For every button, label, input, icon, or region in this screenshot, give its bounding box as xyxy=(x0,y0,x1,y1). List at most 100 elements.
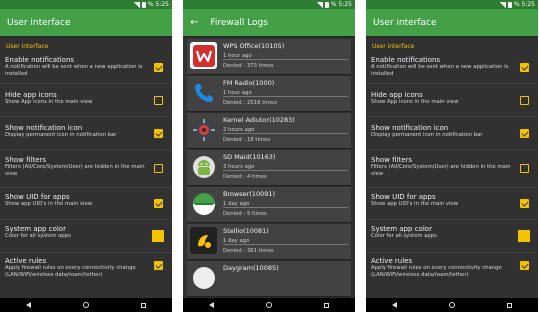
pref-summary: A notification will be sent when a new a… xyxy=(371,64,509,77)
pref-system-app-color[interactable]: System app color Color for all system ap… xyxy=(0,220,172,253)
log-entry[interactable]: WPS Office(10105) 1 hour ago Denied : 37… xyxy=(187,39,351,74)
show-notification-icon-checkbox[interactable] xyxy=(520,128,529,138)
pref-title: Show UID for apps xyxy=(5,193,70,201)
nav-bar xyxy=(366,298,538,312)
recents-nav-icon[interactable] xyxy=(507,302,512,308)
show-filters-checkbox[interactable] xyxy=(154,164,163,173)
screenshots-strip: % 5:25 User interface User interface Ena… xyxy=(0,0,539,312)
wps-office-icon xyxy=(190,42,217,69)
status-text: % 5:25 xyxy=(147,1,169,8)
settings-screen-right: % 5:25 User interface User interface Ena… xyxy=(366,0,538,312)
sd-maid-icon xyxy=(190,153,217,180)
section-header: User interface xyxy=(6,43,49,50)
signal-icon xyxy=(499,1,506,8)
log-entry[interactable]: FM Radio(1000) 1 hour ago Denied : 2518 … xyxy=(187,76,351,111)
divider xyxy=(223,244,348,245)
recents-nav-icon[interactable] xyxy=(141,302,146,308)
app-bar-title: User interface xyxy=(373,17,437,28)
pref-title: Show notification icon xyxy=(371,124,449,132)
back-nav-icon[interactable] xyxy=(26,302,31,308)
home-nav-icon[interactable] xyxy=(449,302,455,308)
section-header: User interface xyxy=(372,43,415,50)
show-uid-checkbox[interactable] xyxy=(154,199,163,208)
log-app-name: Daygram(10085) xyxy=(223,264,279,272)
pref-hide-app-icons[interactable]: Hide app icons Show App icons in the mai… xyxy=(0,84,172,117)
pref-enable-notifications[interactable]: Enable notifications A notification will… xyxy=(366,52,538,84)
log-denied: Denied : 361 times xyxy=(223,247,274,254)
back-arrow-icon[interactable]: ← xyxy=(190,17,198,28)
active-rules-checkbox[interactable] xyxy=(520,260,529,270)
daygram-icon xyxy=(190,264,217,291)
pref-title: Enable notifications xyxy=(5,56,75,64)
active-rules-checkbox[interactable] xyxy=(154,260,163,270)
pref-hide-app-icons[interactable]: Hide app icons Show App icons in the mai… xyxy=(366,84,538,117)
nav-bar xyxy=(183,298,355,312)
log-app-name: Kernel Adiutor(10283) xyxy=(223,116,295,124)
pref-summary: Display permanent icon in notification b… xyxy=(371,132,483,138)
app-bar: ← Firewall Logs xyxy=(183,9,355,36)
home-nav-icon[interactable] xyxy=(266,302,272,308)
app-bar-title: Firewall Logs xyxy=(210,17,268,28)
pref-system-app-color[interactable]: System app color Color for all system ap… xyxy=(366,220,538,253)
log-entry[interactable]: Browser(10091) 1 day ago Denied : 5 time… xyxy=(187,187,351,222)
pref-summary: Apply firewall rules on every connectivi… xyxy=(371,265,502,278)
pref-active-rules[interactable]: Active rules Apply firewall rules on eve… xyxy=(0,253,172,293)
log-entry[interactable]: Kernel Adiutor(10283) 2 hours ago Denied… xyxy=(187,113,351,148)
pref-title: Active rules xyxy=(5,257,47,265)
log-entry[interactable]: Daygram(10085) xyxy=(187,261,351,296)
pref-summary: Show app UID's in the main view xyxy=(371,201,459,207)
divider xyxy=(223,207,348,208)
log-app-name: WPS Office(10105) xyxy=(223,42,285,50)
enable-notifications-checkbox[interactable] xyxy=(154,63,163,72)
pref-show-uid[interactable]: Show UID for apps Show app UID's in the … xyxy=(0,188,172,220)
pref-show-notification-icon[interactable]: Show notification icon Display permanent… xyxy=(0,117,172,150)
log-denied: Denied : 18 times xyxy=(223,136,271,143)
log-list: WPS Office(10105) 1 hour ago Denied : 37… xyxy=(183,36,355,296)
browser-icon xyxy=(190,190,217,217)
log-entry[interactable]: Stellio(10081) 1 day ago Denied : 361 ti… xyxy=(187,224,351,259)
system-app-color-swatch[interactable] xyxy=(152,230,164,242)
log-app-name: Browser(10091) xyxy=(223,190,276,198)
log-app-name: Stellio(10081) xyxy=(223,227,269,235)
pref-show-filters[interactable]: Show filters Filters (All/Core/System/Us… xyxy=(366,150,538,188)
back-nav-icon[interactable] xyxy=(209,302,214,308)
pref-show-notification-icon[interactable]: Show notification icon Display permanent… xyxy=(366,117,538,150)
pref-summary: Show App icons in the main view xyxy=(371,99,459,105)
signal-icon xyxy=(133,1,140,8)
status-bar: % 5:25 xyxy=(183,0,355,9)
back-nav-icon[interactable] xyxy=(392,302,397,308)
pref-summary: Display permanent icon in notification b… xyxy=(5,132,117,138)
enable-notifications-checkbox[interactable] xyxy=(520,63,529,72)
pref-summary: Filters (All/Core/System/User) are hidde… xyxy=(5,164,145,177)
divider xyxy=(223,96,348,97)
home-nav-icon[interactable] xyxy=(83,302,89,308)
log-denied: Denied : 373 times xyxy=(223,62,274,69)
hide-app-icons-checkbox[interactable] xyxy=(520,95,529,105)
log-denied: Denied : 5 times xyxy=(223,210,267,217)
pref-summary: A notification will be sent when a new a… xyxy=(5,64,143,77)
pref-title: Hide app icons xyxy=(5,91,57,99)
nav-bar xyxy=(0,298,172,312)
log-entry[interactable]: SD Maid(10163) 3 hours ago Denied : 4 ti… xyxy=(187,150,351,185)
pref-summary: Show App icons in the main view xyxy=(5,99,93,105)
log-app-name: FM Radio(1000) xyxy=(223,79,275,87)
system-app-color-swatch[interactable] xyxy=(518,230,530,242)
pref-show-uid[interactable]: Show UID for apps Show app UID's in the … xyxy=(366,188,538,220)
pref-enable-notifications[interactable]: Enable notifications A notification will… xyxy=(0,52,172,84)
pref-show-filters[interactable]: Show filters Filters (All/Core/System/Us… xyxy=(0,150,172,188)
battery-icon xyxy=(141,1,146,8)
status-bar: % 5:25 xyxy=(366,0,538,9)
pref-summary: Color for all system apps xyxy=(371,233,437,239)
recents-nav-icon[interactable] xyxy=(324,302,329,308)
pref-title: Show filters xyxy=(371,156,413,164)
show-uid-checkbox[interactable] xyxy=(520,199,529,208)
show-filters-checkbox[interactable] xyxy=(520,164,529,173)
pref-title: System app color xyxy=(5,225,66,233)
pref-summary: Apply firewall rules on every connectivi… xyxy=(5,265,136,278)
pref-active-rules[interactable]: Active rules Apply firewall rules on eve… xyxy=(366,253,538,293)
show-notification-icon-checkbox[interactable] xyxy=(154,128,163,138)
hide-app-icons-checkbox[interactable] xyxy=(154,95,163,105)
battery-icon xyxy=(324,1,329,8)
pref-summary: Filters (All/Core/System/User) are hidde… xyxy=(371,164,511,177)
divider xyxy=(223,133,348,134)
